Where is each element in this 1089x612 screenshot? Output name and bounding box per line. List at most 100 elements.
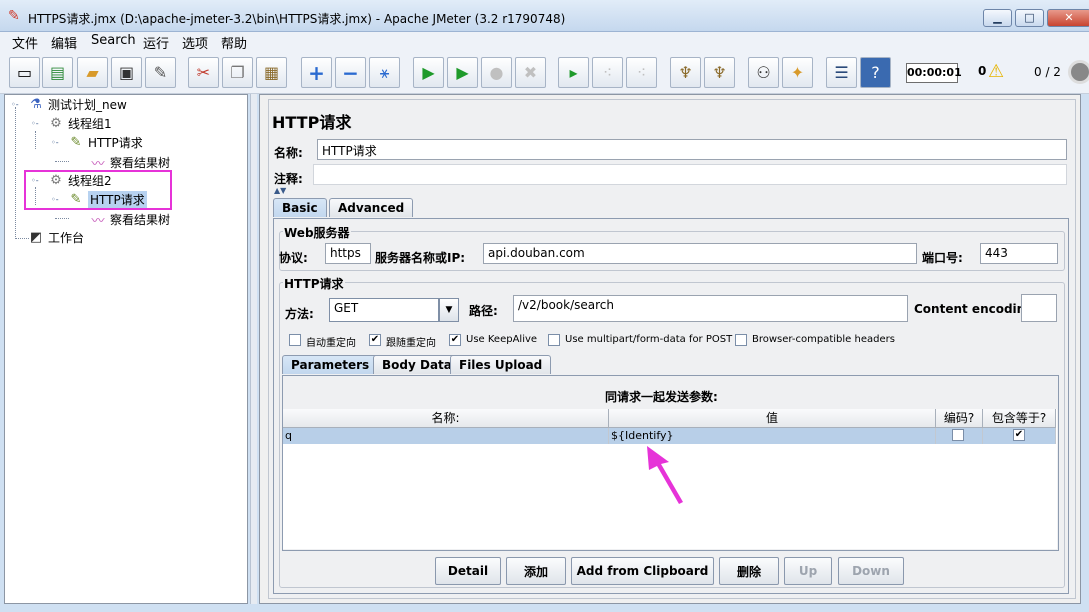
- collapse-icon[interactable]: −: [335, 57, 366, 88]
- auto-redirect-checkbox[interactable]: [289, 334, 301, 346]
- expander-icon[interactable]: ◦‐: [11, 100, 19, 109]
- column-header-value[interactable]: 值: [609, 409, 936, 428]
- column-header-include-equals[interactable]: 包含等于?: [983, 409, 1056, 428]
- content-encoding-field[interactable]: [1021, 294, 1057, 322]
- include-equals-checkbox[interactable]: ✔: [1013, 429, 1025, 441]
- expander-icon[interactable]: ◦‐: [31, 119, 39, 128]
- tree-item-results-tree-2[interactable]: 〰 察看结果树: [89, 210, 170, 229]
- keepalive-label: Use KeepAlive: [466, 334, 538, 345]
- tree-item-workbench[interactable]: ◩ 工作台: [27, 229, 84, 246]
- templates-icon[interactable]: ▤: [42, 57, 73, 88]
- name-field[interactable]: HTTP请求: [317, 139, 1067, 160]
- menu-file[interactable]: 文件: [12, 33, 38, 52]
- toggle-icon[interactable]: ⚹: [369, 57, 400, 88]
- elapsed-timer: 00:00:01: [906, 63, 962, 83]
- split-pane-divider[interactable]: [250, 94, 257, 604]
- reset-search-icon[interactable]: ✦: [782, 57, 813, 88]
- auto-redirect-label: 自动重定向: [306, 338, 356, 349]
- tab-advanced[interactable]: Advanced: [329, 198, 414, 217]
- menu-bar: 文件 编辑 Search 运行 选项 帮助: [0, 32, 1089, 52]
- sampler-panel: HTTP请求 名称: HTTP请求 注释: ▲▼ Basic Advanced …: [268, 99, 1076, 599]
- param-name-cell[interactable]: q: [283, 428, 609, 444]
- tab-body-data[interactable]: Body Data: [373, 355, 461, 374]
- path-field[interactable]: /v2/book/search: [513, 295, 908, 322]
- close-button[interactable]: ✕: [1047, 9, 1089, 27]
- workbench-icon: ◩: [29, 230, 43, 245]
- protocol-field[interactable]: https: [325, 243, 371, 264]
- follow-redirects-label: 跟随重定向: [386, 338, 436, 349]
- start-no-pauses-icon[interactable]: ▶: [447, 57, 478, 88]
- server-field[interactable]: api.douban.com: [483, 243, 917, 264]
- chevron-down-icon[interactable]: ▼: [439, 298, 459, 322]
- cut-icon[interactable]: ✂: [188, 57, 219, 88]
- method-value: GET: [334, 301, 359, 315]
- up-button[interactable]: Up: [784, 557, 832, 585]
- menu-search[interactable]: Search: [91, 33, 136, 48]
- open-icon[interactable]: ▰: [77, 57, 108, 88]
- delete-button[interactable]: 删除: [719, 557, 779, 585]
- menu-help[interactable]: 帮助: [221, 33, 247, 52]
- follow-redirects-checkbox[interactable]: ✔: [369, 334, 381, 346]
- param-encode-cell[interactable]: [936, 428, 983, 444]
- expand-icon[interactable]: +: [301, 57, 332, 88]
- detail-button[interactable]: Detail: [435, 557, 501, 585]
- tab-basic[interactable]: Basic: [273, 198, 327, 217]
- expander-icon[interactable]: ◦‐: [51, 138, 59, 147]
- toolbar: ▭ ▤ ▰ ▣ ✎ ✂ ❐ ▦ + − ⚹ ▶ ▶ ● ✖ ▸ ⁖ ⁖ ♆ ♆ …: [0, 52, 1089, 94]
- method-select[interactable]: GET: [329, 298, 439, 322]
- tree-item-http-request-1[interactable]: ✎ HTTP请求: [67, 134, 143, 151]
- warning-icon[interactable]: ⚠: [988, 61, 1004, 82]
- add-from-clipboard-button[interactable]: Add from Clipboard: [571, 557, 714, 585]
- name-label: 名称:: [274, 146, 303, 160]
- down-button[interactable]: Down: [838, 557, 904, 585]
- save-icon[interactable]: ▣: [111, 57, 142, 88]
- port-field[interactable]: 443: [980, 243, 1058, 264]
- remote-shutdown-icon[interactable]: ⁖: [626, 57, 657, 88]
- tree-item-test-plan[interactable]: ⚗ 测试计划_new: [27, 96, 127, 113]
- save-as-icon[interactable]: ✎: [145, 57, 176, 88]
- tree-item-thread-group-1[interactable]: ⚙ 线程组1: [47, 115, 111, 132]
- column-header-name[interactable]: 名称:: [283, 409, 609, 428]
- copy-icon[interactable]: ❐: [222, 57, 253, 88]
- param-include-equals-cell[interactable]: ✔: [983, 428, 1056, 444]
- browser-headers-label: Browser-compatible headers: [752, 334, 895, 345]
- paste-icon[interactable]: ▦: [256, 57, 287, 88]
- remote-start-icon[interactable]: ▸: [558, 57, 589, 88]
- params-caption: 同请求一起发送参数:: [605, 390, 718, 404]
- start-icon[interactable]: ▶: [413, 57, 444, 88]
- help-icon[interactable]: ?: [860, 57, 891, 88]
- active-threads: 0 / 2: [1034, 65, 1061, 79]
- menu-edit[interactable]: 编辑: [51, 33, 77, 52]
- tab-files-upload[interactable]: Files Upload: [450, 355, 552, 374]
- keepalive-checkbox[interactable]: ✔: [449, 334, 461, 346]
- column-header-encode[interactable]: 编码?: [936, 409, 983, 428]
- tab-parameters[interactable]: Parameters: [282, 355, 379, 374]
- menu-run[interactable]: 运行: [143, 33, 169, 52]
- minimize-button[interactable]: ▁: [983, 9, 1012, 27]
- multipart-label: Use multipart/form-data for POST: [565, 334, 733, 345]
- search-icon[interactable]: ⚇: [748, 57, 779, 88]
- collapse-arrows-icon[interactable]: ▲▼: [274, 186, 286, 195]
- multipart-checkbox[interactable]: [548, 334, 560, 346]
- function-helper-icon[interactable]: ☰: [826, 57, 857, 88]
- new-icon[interactable]: ▭: [9, 57, 40, 88]
- param-value-cell[interactable]: ${Identify}: [609, 428, 936, 444]
- add-button[interactable]: 添加: [506, 557, 566, 585]
- menu-options[interactable]: 选项: [182, 33, 208, 52]
- method-label: 方法:: [285, 307, 314, 321]
- clear-icon[interactable]: ♆: [670, 57, 701, 88]
- comment-field[interactable]: [313, 164, 1067, 185]
- remote-stop-icon[interactable]: ⁖: [592, 57, 623, 88]
- comment-label: 注释:: [274, 172, 303, 186]
- encode-checkbox[interactable]: [952, 429, 964, 441]
- gear-icon: ⚙: [50, 116, 62, 131]
- error-count: 0: [978, 64, 987, 78]
- protocol-label: 协议:: [279, 251, 308, 265]
- stop-icon[interactable]: ●: [481, 57, 512, 88]
- sampler-editor: HTTP请求 名称: HTTP请求 注释: ▲▼ Basic Advanced …: [259, 94, 1081, 604]
- clear-all-icon[interactable]: ♆: [704, 57, 735, 88]
- shutdown-icon[interactable]: ✖: [515, 57, 546, 88]
- maximize-button[interactable]: □: [1015, 9, 1044, 27]
- jmeter-feather-icon: ✎: [8, 8, 20, 24]
- browser-headers-checkbox[interactable]: [735, 334, 747, 346]
